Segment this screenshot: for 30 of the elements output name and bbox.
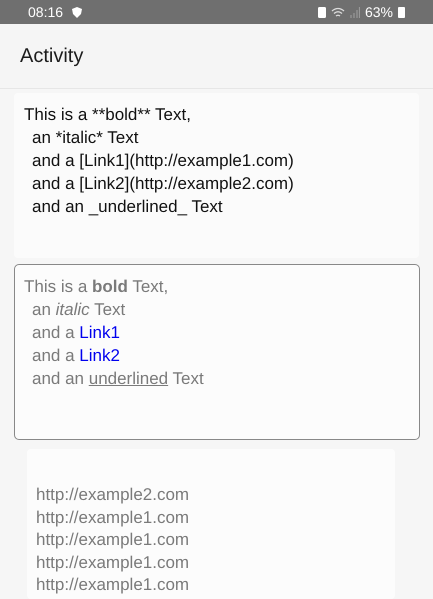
status-time: 08:16 xyxy=(28,4,64,20)
source-line: and a [Link2](http://example2.com) xyxy=(31,173,295,195)
url-line: http://example2.com xyxy=(36,484,190,506)
url-line: http://example1.com xyxy=(36,506,190,528)
text-part: This is a xyxy=(24,277,88,296)
link[interactable]: Link2 xyxy=(79,346,120,365)
source-line: an *italic* Text xyxy=(31,127,140,149)
text-part: an xyxy=(32,300,52,319)
signal-icon xyxy=(350,6,360,18)
wifi-icon xyxy=(330,6,345,18)
battery-percent: 63% xyxy=(364,4,393,20)
shield-icon xyxy=(72,6,82,18)
text-part: Text, xyxy=(131,277,168,296)
source-line: and a [Link1](http://example1.com) xyxy=(31,150,295,172)
text-part: and a xyxy=(32,346,76,365)
app-title: Activity xyxy=(20,44,84,68)
text-part: bold xyxy=(92,277,128,296)
text-part: Text xyxy=(172,369,204,388)
link[interactable]: Link1 xyxy=(79,323,120,342)
source-line: This is a **bold** Text, xyxy=(24,104,192,126)
text-part: Text xyxy=(93,300,126,319)
text-part: italic xyxy=(56,300,90,319)
text-part: underlined xyxy=(88,369,168,388)
source-line: and an _underlined_ Text xyxy=(31,196,224,218)
url-line: http://example1.com xyxy=(36,574,190,596)
url-line: http://example1.com xyxy=(36,552,190,574)
battery-icon xyxy=(398,6,405,18)
text-part: and an xyxy=(32,369,85,388)
text-part: and a xyxy=(32,323,76,342)
url-line: http://example1.com xyxy=(36,529,190,551)
